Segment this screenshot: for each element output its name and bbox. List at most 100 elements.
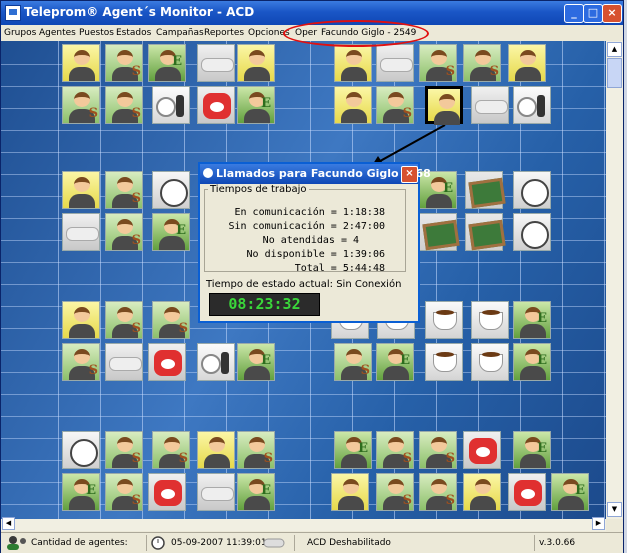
agent-s-tile[interactable]: S	[376, 86, 414, 124]
agent-head	[74, 50, 90, 65]
agent-s-tile[interactable]: S	[463, 44, 501, 82]
menu-estados[interactable]: Estados	[116, 28, 151, 38]
agent-clock-tile[interactable]	[513, 171, 551, 209]
agent-available-tile[interactable]	[62, 301, 100, 339]
agent-clock-tile[interactable]	[152, 171, 190, 209]
row-no-disponible: No disponible = 1:39:06	[246, 249, 385, 260]
menu-campanas[interactable]: Campañas	[156, 28, 204, 38]
agent-phone-tile[interactable]	[463, 431, 501, 469]
agent-e-tile[interactable]: E	[334, 431, 372, 469]
agent-head	[520, 50, 536, 65]
app-window: Teleprom® Agent´s Monitor - ACD _ □ × Gr…	[0, 0, 624, 553]
agent-e-tile[interactable]: E	[376, 343, 414, 381]
agent-keyboard-tile[interactable]	[105, 343, 143, 381]
vertical-scrollbar[interactable]: ▲ ▼	[606, 41, 623, 519]
agent-break-tile[interactable]	[471, 343, 509, 381]
agent-available-tile[interactable]	[62, 171, 100, 209]
agent-e-tile[interactable]: E	[513, 343, 551, 381]
agent-s-tile[interactable]: S	[105, 44, 143, 82]
agent-body	[69, 194, 95, 208]
agent-e-tile[interactable]: E	[513, 431, 551, 469]
agent-keyboard-tile[interactable]	[376, 44, 414, 82]
agent-board-tile[interactable]	[465, 213, 506, 251]
agent-available-tile[interactable]	[463, 473, 501, 511]
agent-e-tile[interactable]: E	[237, 86, 275, 124]
agent-s-tile[interactable]: S	[62, 343, 100, 381]
menu-puestos[interactable]: Puestos	[79, 28, 114, 38]
agent-e-tile[interactable]: E	[551, 473, 589, 511]
agent-e-tile[interactable]: E	[237, 343, 275, 381]
agent-keyboard-tile[interactable]	[471, 86, 509, 124]
status-e-icon: E	[176, 223, 186, 238]
agent-s-tile[interactable]: S	[376, 473, 414, 511]
agent-s-tile[interactable]: S	[105, 171, 143, 209]
row-total: Total = 5:44:48	[294, 263, 385, 274]
dialog-title-bar[interactable]: Llamados para Facundo Giglo = 68 ×	[200, 164, 431, 184]
agent-s-tile[interactable]: S	[152, 301, 190, 339]
row-en-comunicacion: En comunicación = 1:18:38	[234, 207, 385, 218]
keyboard-icon	[380, 58, 413, 72]
scroll-left-button[interactable]: ◀	[2, 517, 15, 530]
agent-s-tile[interactable]: S	[376, 431, 414, 469]
agent-available-tile[interactable]	[334, 44, 372, 82]
agent-s-tile[interactable]: S	[105, 213, 143, 251]
agent-e-tile[interactable]: E	[152, 213, 190, 251]
maximize-button[interactable]: □	[583, 4, 603, 23]
agent-s-tile[interactable]: S	[62, 86, 100, 124]
agent-keyboard-tile[interactable]	[62, 213, 100, 251]
agent-s-tile[interactable]: S	[419, 473, 457, 511]
agent-s-tile[interactable]: S	[419, 431, 457, 469]
agents-icon	[7, 536, 26, 550]
agent-e-tile[interactable]: E	[148, 44, 186, 82]
agent-clock-tile[interactable]	[62, 431, 100, 469]
scroll-thumb[interactable]	[607, 58, 622, 88]
agent-e-tile[interactable]: E	[62, 473, 100, 511]
horizontal-scrollbar[interactable]: ◀ ▶	[1, 517, 606, 531]
agent-clock-tile[interactable]	[513, 213, 551, 251]
agent-s-tile[interactable]: S	[419, 44, 457, 82]
agent-keyboard-tile[interactable]	[197, 44, 235, 82]
agent-s-tile[interactable]: S	[334, 343, 372, 381]
agent-available-tile[interactable]	[331, 473, 369, 511]
agent-s-tile[interactable]: S	[105, 86, 143, 124]
agent-keyboard-tile[interactable]	[197, 473, 235, 511]
agent-available-tile[interactable]	[237, 44, 275, 82]
dialog-icon	[203, 168, 213, 178]
agent-available-tile[interactable]	[334, 86, 372, 124]
agent-s-tile[interactable]: S	[105, 473, 143, 511]
menu-agentes[interactable]: Agentes	[39, 28, 76, 38]
agent-body	[470, 496, 496, 510]
agent-phone-tile[interactable]	[197, 86, 235, 124]
close-button[interactable]: ×	[602, 4, 622, 23]
agent-idle-tile[interactable]	[513, 86, 551, 124]
agent-s-tile[interactable]: S	[152, 431, 190, 469]
agent-phone-tile[interactable]	[508, 473, 546, 511]
agent-s-tile[interactable]: S	[237, 431, 275, 469]
agent-phone-tile[interactable]	[148, 343, 186, 381]
status-e-icon: E	[261, 483, 271, 498]
agent-phone-tile[interactable]	[148, 473, 186, 511]
agent-board-tile[interactable]	[465, 171, 506, 209]
agent-idle-tile[interactable]	[197, 343, 235, 381]
menu-reportes[interactable]: Reportes	[204, 28, 244, 38]
scroll-up-button[interactable]: ▲	[607, 42, 622, 57]
agent-available-tile[interactable]	[508, 44, 546, 82]
agent-s-tile[interactable]: S	[105, 301, 143, 339]
menu-grupos[interactable]: Grupos	[4, 28, 36, 38]
scroll-right-button[interactable]: ▶	[592, 517, 605, 530]
agent-idle-tile[interactable]	[152, 86, 190, 124]
agent-break-tile[interactable]	[425, 301, 463, 339]
agent-e-tile[interactable]: E	[513, 301, 551, 339]
agent-break-tile[interactable]	[471, 301, 509, 339]
title-bar[interactable]: Teleprom® Agent´s Monitor - ACD _ □ ×	[1, 1, 623, 25]
agent-selected-tile[interactable]	[425, 86, 463, 125]
agent-s-tile[interactable]: S	[105, 431, 143, 469]
agent-available-tile[interactable]	[62, 44, 100, 82]
agent-e-tile[interactable]: E	[237, 473, 275, 511]
agent-break-tile[interactable]	[425, 343, 463, 381]
dialog-close-button[interactable]: ×	[401, 166, 418, 183]
minimize-button[interactable]: _	[564, 4, 584, 23]
scroll-down-button[interactable]: ▼	[607, 502, 622, 517]
agent-board-tile[interactable]	[419, 213, 460, 251]
agent-available-tile[interactable]	[197, 431, 235, 469]
